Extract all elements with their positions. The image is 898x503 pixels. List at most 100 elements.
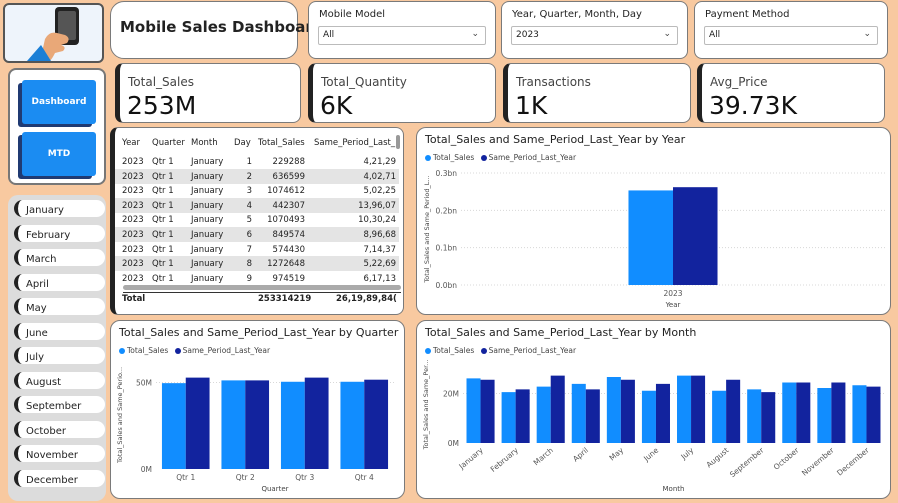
table-cell: 6: [246, 230, 252, 240]
month-option[interactable]: February: [14, 224, 105, 242]
y-axis-label: Total_Sales and Same_Perio...: [116, 367, 124, 464]
payment-method-slicer[interactable]: Payment Method All ⌄: [694, 1, 888, 59]
column-header: Day: [234, 138, 251, 148]
table-cell: 8: [246, 259, 252, 270]
bar-same-period: [866, 386, 881, 443]
bar-same-period: [691, 375, 706, 443]
x-axis-label: Month: [663, 485, 685, 493]
bar-total-sales: [606, 377, 621, 443]
bar-total-sales: [677, 375, 692, 443]
date-hierarchy-slicer[interactable]: Year, Quarter, Month, Day 2023 ⌄: [501, 1, 688, 59]
dropdown-value: 2023: [516, 30, 539, 40]
month-option[interactable]: November: [14, 445, 105, 462]
kpi-value: 6K: [320, 91, 353, 120]
bar-same-period: [831, 382, 846, 443]
y-axis-label: Total_Sales and Same_Period_L...: [423, 175, 431, 283]
table-cell: 5: [246, 215, 252, 226]
mobile-model-slicer[interactable]: Mobile Model All ⌄: [308, 1, 496, 59]
kpi-label: Total_Sales: [128, 75, 194, 89]
table-cell: 3: [246, 186, 252, 197]
table-cell: 2023: [122, 171, 144, 182]
table-row: 2023 Qtr 1 January 9 974519 6,17,13: [115, 271, 399, 286]
table-cell: 849574: [272, 230, 305, 240]
month-option[interactable]: January: [14, 200, 105, 217]
x-tick-label: July: [678, 445, 695, 462]
bar-total-sales: [628, 190, 673, 285]
x-tick-label: Qtr 4: [355, 473, 374, 482]
mobile-model-dropdown[interactable]: All ⌄: [318, 26, 486, 45]
table-cell: Qtr 1: [152, 171, 174, 182]
month-option[interactable]: September: [14, 396, 105, 413]
table-cell: January: [191, 186, 224, 197]
x-tick-label: August: [705, 446, 731, 470]
kpi-total-sales: Total_Sales 253M: [115, 63, 301, 123]
month-option[interactable]: June: [14, 322, 105, 340]
kpi-avg-price: Avg_Price 39.73K: [697, 63, 885, 123]
slicer-label: Year, Quarter, Month, Day: [512, 9, 642, 20]
table-cell: January: [191, 244, 224, 255]
y-axis-label: Total_Sales and Same_Per...: [422, 360, 430, 451]
x-tick-label: June: [641, 445, 660, 463]
bar-same-period: [761, 392, 776, 443]
chart-by-year: Total_Sales and Same_Period_Last_Year by…: [416, 127, 891, 315]
table-row: 2023 Qtr 1 January 3 1074612 5,02,25: [115, 183, 399, 198]
table-cell: Qtr 1: [152, 230, 174, 240]
month-option[interactable]: April: [14, 273, 105, 291]
x-tick-label: Qtr 1: [176, 473, 195, 482]
bar-total-sales: [712, 390, 727, 443]
bar-total-sales: [571, 383, 586, 443]
month-option[interactable]: July: [14, 347, 105, 364]
x-tick-label: 2023: [663, 289, 682, 298]
month-option[interactable]: May: [14, 298, 105, 315]
month-option[interactable]: March: [14, 249, 105, 266]
table-cell: 2023: [122, 259, 144, 270]
dashboard-button[interactable]: Dashboard: [22, 80, 96, 124]
kpi-value: 253M: [127, 91, 197, 120]
column-header: Same_Period_Last_: [314, 138, 396, 148]
y-tick-label: 20M: [443, 390, 459, 399]
date-hierarchy-dropdown[interactable]: 2023 ⌄: [511, 26, 678, 45]
table-cell: 5,02,25: [363, 186, 396, 197]
horizontal-scrollbar[interactable]: [123, 285, 401, 290]
table-cell: 574430: [272, 244, 305, 255]
x-tick-label: Qtr 3: [295, 473, 314, 482]
kpi-transactions: Transactions 1K: [503, 63, 691, 123]
bar-total-sales: [641, 390, 656, 443]
table-cell: 229288: [272, 157, 305, 167]
month-option[interactable]: December: [14, 469, 105, 487]
slicer-label: Mobile Model: [319, 9, 386, 20]
x-tick-label: January: [456, 445, 485, 471]
bar-same-period: [304, 377, 329, 469]
month-option[interactable]: October: [14, 420, 105, 438]
table-cell: 4,21,29: [363, 157, 396, 167]
kpi-label: Avg_Price: [710, 75, 768, 89]
sales-table: Year Quarter Month Day Total_Sales Same_…: [110, 127, 404, 315]
vertical-scrollbar[interactable]: [396, 135, 400, 149]
table-cell: Qtr 1: [152, 259, 174, 270]
dropdown-value: All: [709, 30, 721, 40]
table-cell: Qtr 1: [152, 215, 174, 226]
table-row: 2023 Qtr 1 January 1 229288 4,21,29: [115, 154, 399, 169]
table-cell: 8,96,68: [363, 230, 396, 240]
table-row: 2023 Qtr 1 January 6 849574 8,96,68: [115, 227, 399, 242]
table-cell: 1074612: [267, 186, 305, 197]
table-cell: Qtr 1: [152, 200, 174, 211]
y-tick-label: 0M: [141, 465, 152, 474]
mtd-button[interactable]: MTD: [22, 132, 96, 176]
y-tick-label: 0.2bn: [436, 206, 458, 215]
payment-method-dropdown[interactable]: All ⌄: [704, 26, 878, 45]
bar-same-period: [655, 383, 670, 443]
table-cell: 974519: [272, 273, 305, 284]
month-option[interactable]: August: [14, 371, 105, 389]
chart-by-quarter: Total_Sales and Same_Period_Last_Year by…: [110, 320, 405, 499]
table-cell: 2023: [122, 200, 144, 211]
table-cell: 7,14,37: [363, 244, 396, 255]
table-cell: 1: [246, 157, 252, 167]
table-cell: 4,02,71: [363, 171, 396, 182]
y-tick-label: 0M: [448, 439, 459, 448]
table-row: 2023 Qtr 1 January 4 442307 13,96,07: [115, 197, 399, 213]
total-label: Total: [122, 294, 146, 304]
total-row: Total 253314219 26,19,89,84(: [115, 291, 403, 306]
table-cell: 7: [246, 244, 252, 255]
table-cell: January: [191, 215, 224, 226]
